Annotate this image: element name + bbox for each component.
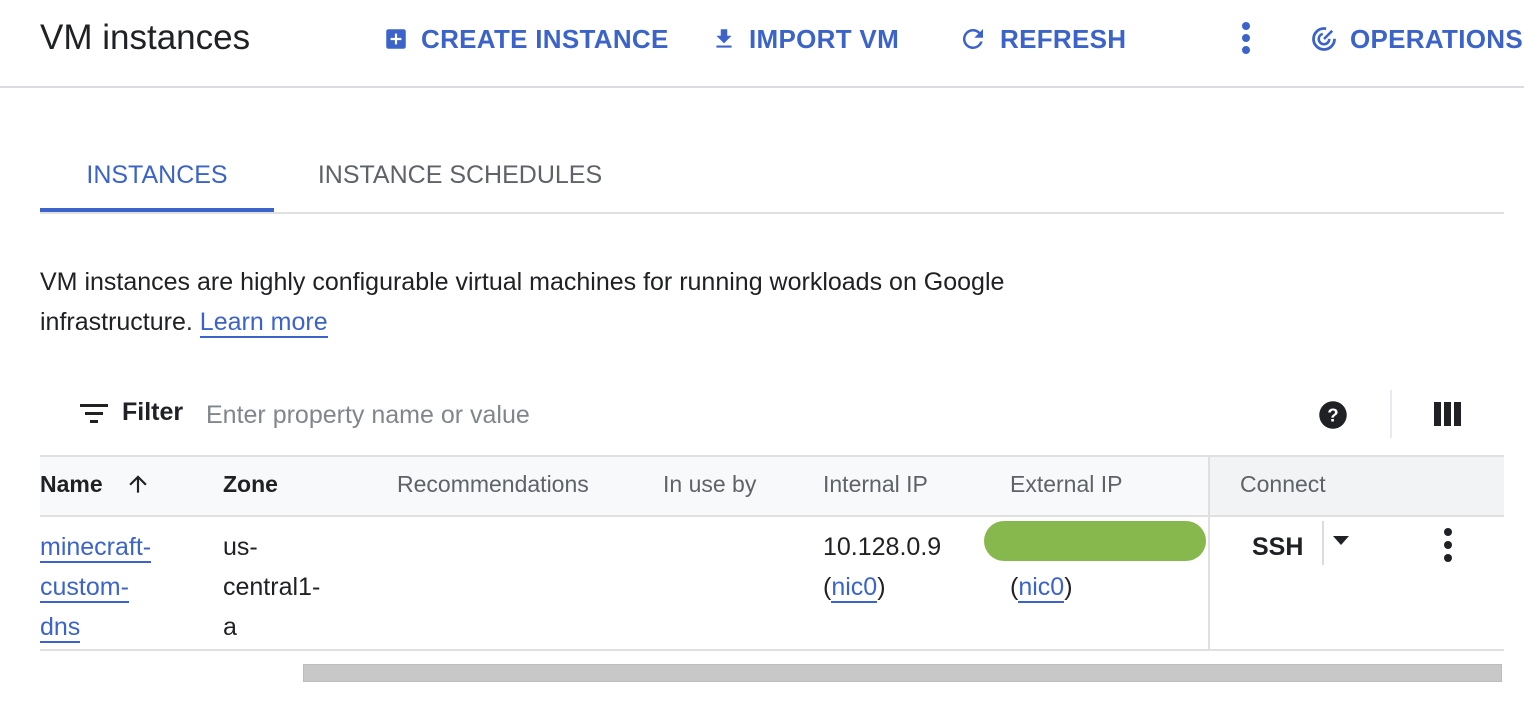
arrow-drop-down-icon[interactable]	[1332, 535, 1350, 547]
filter-divider	[1390, 390, 1392, 438]
more-vert-icon[interactable]	[1234, 18, 1258, 58]
column-header-recommendations[interactable]: Recommendations	[397, 471, 589, 498]
zone-text: a	[223, 613, 237, 641]
external-nic-link[interactable]: nic0	[1018, 573, 1065, 603]
zone-text: central1-	[223, 573, 321, 601]
internal-ip-value: 10.128.0.9	[823, 533, 942, 561]
table-header: Name Zone Recommendations In use by Inte…	[40, 455, 1504, 517]
operations-label: OPERATIONS	[1350, 23, 1523, 54]
page-title: VM instances	[40, 18, 251, 57]
refresh-icon	[962, 28, 983, 49]
ssh-button[interactable]: SSH	[1252, 527, 1303, 567]
zone-text: us-	[223, 533, 258, 561]
column-header-name[interactable]: Name	[40, 471, 151, 498]
tab-instances-label: INSTANCES	[86, 160, 228, 189]
tab-instances[interactable]: INSTANCES	[40, 140, 274, 212]
internal-nic-link[interactable]: nic0	[831, 573, 878, 603]
create-instance-label: CREATE INSTANCE	[421, 23, 669, 54]
filter-bar: Filter ?	[40, 380, 1504, 452]
internal-ip-cell: 10.128.0.9 (nic0)	[823, 533, 942, 603]
learn-more-link[interactable]: Learn more	[199, 308, 328, 338]
arrow-up-icon[interactable]	[125, 471, 151, 497]
download-icon	[716, 29, 732, 48]
column-header-connect: Connect	[1240, 471, 1326, 497]
table-row: minecraft- custom- dns us- central1- a 1…	[40, 515, 1504, 651]
ssh-divider	[1322, 521, 1324, 565]
column-header-name-label: Name	[40, 471, 103, 497]
tab-instance-schedules-label: INSTANCE SCHEDULES	[317, 160, 603, 189]
instance-name-link[interactable]: custom-	[40, 573, 129, 603]
top-toolbar: VM instances CREATE INSTANCE IMPORT VM R…	[0, 0, 1524, 88]
import-vm-button[interactable]: IMPORT VM	[711, 20, 899, 58]
column-header-internal-ip[interactable]: Internal IP	[823, 471, 928, 498]
description-text: VM instances are highly configurable vir…	[40, 268, 1005, 336]
row-more-vert-icon[interactable]	[1436, 525, 1460, 565]
column-display-icon[interactable]	[1434, 402, 1462, 426]
column-header-zone[interactable]: Zone	[223, 471, 278, 498]
help-icon[interactable]: ?	[1318, 400, 1348, 430]
zone-cell: us- central1- a	[223, 527, 320, 647]
operations-button[interactable]: OPERATIONS	[1310, 20, 1523, 58]
external-ip-redacted	[984, 521, 1206, 561]
instance-name-link[interactable]: dns	[40, 613, 81, 643]
filter-label: Filter	[122, 398, 184, 426]
tab-bar: INSTANCES INSTANCE SCHEDULES	[40, 140, 1504, 214]
horizontal-scrollbar[interactable]	[303, 664, 1502, 682]
external-ip-cell: (nic0)	[1010, 573, 1073, 603]
tab-instance-schedules[interactable]: INSTANCE SCHEDULES	[310, 140, 610, 210]
refresh-label: REFRESH	[1000, 23, 1127, 54]
import-vm-label: IMPORT VM	[749, 23, 900, 54]
column-header-in-use-by[interactable]: In use by	[663, 471, 756, 498]
svg-text:?: ?	[1327, 404, 1338, 425]
operations-icon	[1312, 27, 1336, 51]
column-header-external-ip[interactable]: External IP	[1010, 471, 1123, 498]
filter-input[interactable]	[204, 392, 1108, 438]
filter-list-icon[interactable]	[80, 402, 108, 426]
create-instance-button[interactable]: CREATE INSTANCE	[383, 20, 669, 58]
page-description: VM instances are highly configurable vir…	[40, 262, 1100, 342]
refresh-button[interactable]: REFRESH	[958, 20, 1126, 58]
instance-name-cell: minecraft- custom- dns	[40, 527, 152, 647]
add-box-icon	[386, 29, 406, 49]
instance-name-link[interactable]: minecraft-	[40, 533, 152, 563]
